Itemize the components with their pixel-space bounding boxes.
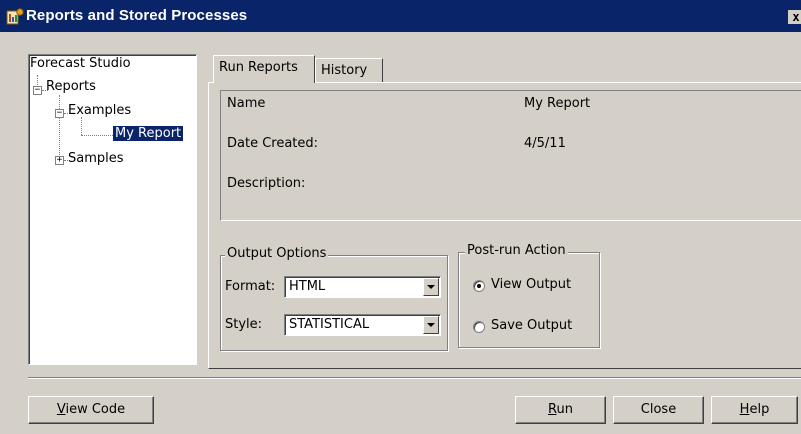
close-window-button[interactable]: x <box>788 10 801 24</box>
tab-label: History <box>321 63 368 78</box>
tree-node-reports[interactable]: Reports <box>46 79 96 94</box>
tab-history[interactable]: History <box>315 58 383 82</box>
date-created-value: 4/5/11 <box>524 136 566 151</box>
tree-connector <box>37 75 38 85</box>
tree-node-examples[interactable]: Examples <box>68 103 131 118</box>
tree-node-samples[interactable]: Samples <box>68 151 124 166</box>
chevron-down-icon[interactable] <box>423 316 439 334</box>
tab-run-reports[interactable]: Run Reports <box>213 55 315 83</box>
tree-node-label: Forecast Studio <box>30 56 131 71</box>
output-options-legend: Output Options <box>225 246 329 261</box>
view-output-radio[interactable] <box>473 280 485 292</box>
tab-label: Run Reports <box>219 60 298 75</box>
tree-connector <box>81 135 113 136</box>
close-icon: x <box>792 10 800 24</box>
save-output-radio[interactable] <box>473 321 485 333</box>
post-run-action-group <box>458 252 600 348</box>
tree-node-my-report[interactable]: My Report <box>113 126 184 141</box>
reports-app-icon <box>6 8 24 25</box>
post-run-action-legend: Post-run Action <box>465 243 568 258</box>
help-button[interactable]: Help <box>711 396 798 424</box>
style-label: Style: <box>225 317 263 332</box>
description-label: Description: <box>227 176 306 191</box>
footer-separator <box>28 377 801 379</box>
style-select[interactable]: STATISTICAL <box>284 314 441 336</box>
tree-connector <box>81 117 82 135</box>
report-tree[interactable]: Forecast Studio − Reports − Examples My … <box>28 54 197 365</box>
date-created-label: Date Created: <box>227 136 319 151</box>
tree-node-label: Reports <box>46 79 96 94</box>
tree-node-label: Examples <box>68 103 132 118</box>
output-options-group <box>220 255 448 351</box>
collapse-examples-icon[interactable]: − <box>55 109 64 118</box>
report-details-panel <box>220 90 801 221</box>
tree-node-label: Samples <box>68 151 124 166</box>
tree-node-label-selected: My Report <box>113 126 184 141</box>
close-button[interactable]: Close <box>613 396 704 424</box>
save-output-label[interactable]: Save Output <box>491 318 572 333</box>
format-select-value: HTML <box>289 279 326 294</box>
name-value: My Report <box>524 96 591 111</box>
style-select-value: STATISTICAL <box>289 317 370 332</box>
view-code-button[interactable]: View Code <box>28 396 154 424</box>
view-output-label[interactable]: View Output <box>491 277 571 292</box>
window-title: Reports and Stored Processes <box>26 7 248 24</box>
tree-connector <box>59 95 60 155</box>
run-button[interactable]: Run <box>515 396 606 424</box>
name-label: Name <box>227 96 266 111</box>
format-select[interactable]: HTML <box>284 276 441 298</box>
format-label: Format: <box>225 279 276 294</box>
tree-node-forecast-studio[interactable]: Forecast Studio <box>30 56 131 71</box>
expand-samples-icon[interactable]: + <box>55 156 64 165</box>
collapse-reports-icon[interactable]: − <box>33 86 42 95</box>
title-bar: Reports and Stored Processes x <box>0 0 801 32</box>
chevron-down-icon[interactable] <box>423 278 439 296</box>
